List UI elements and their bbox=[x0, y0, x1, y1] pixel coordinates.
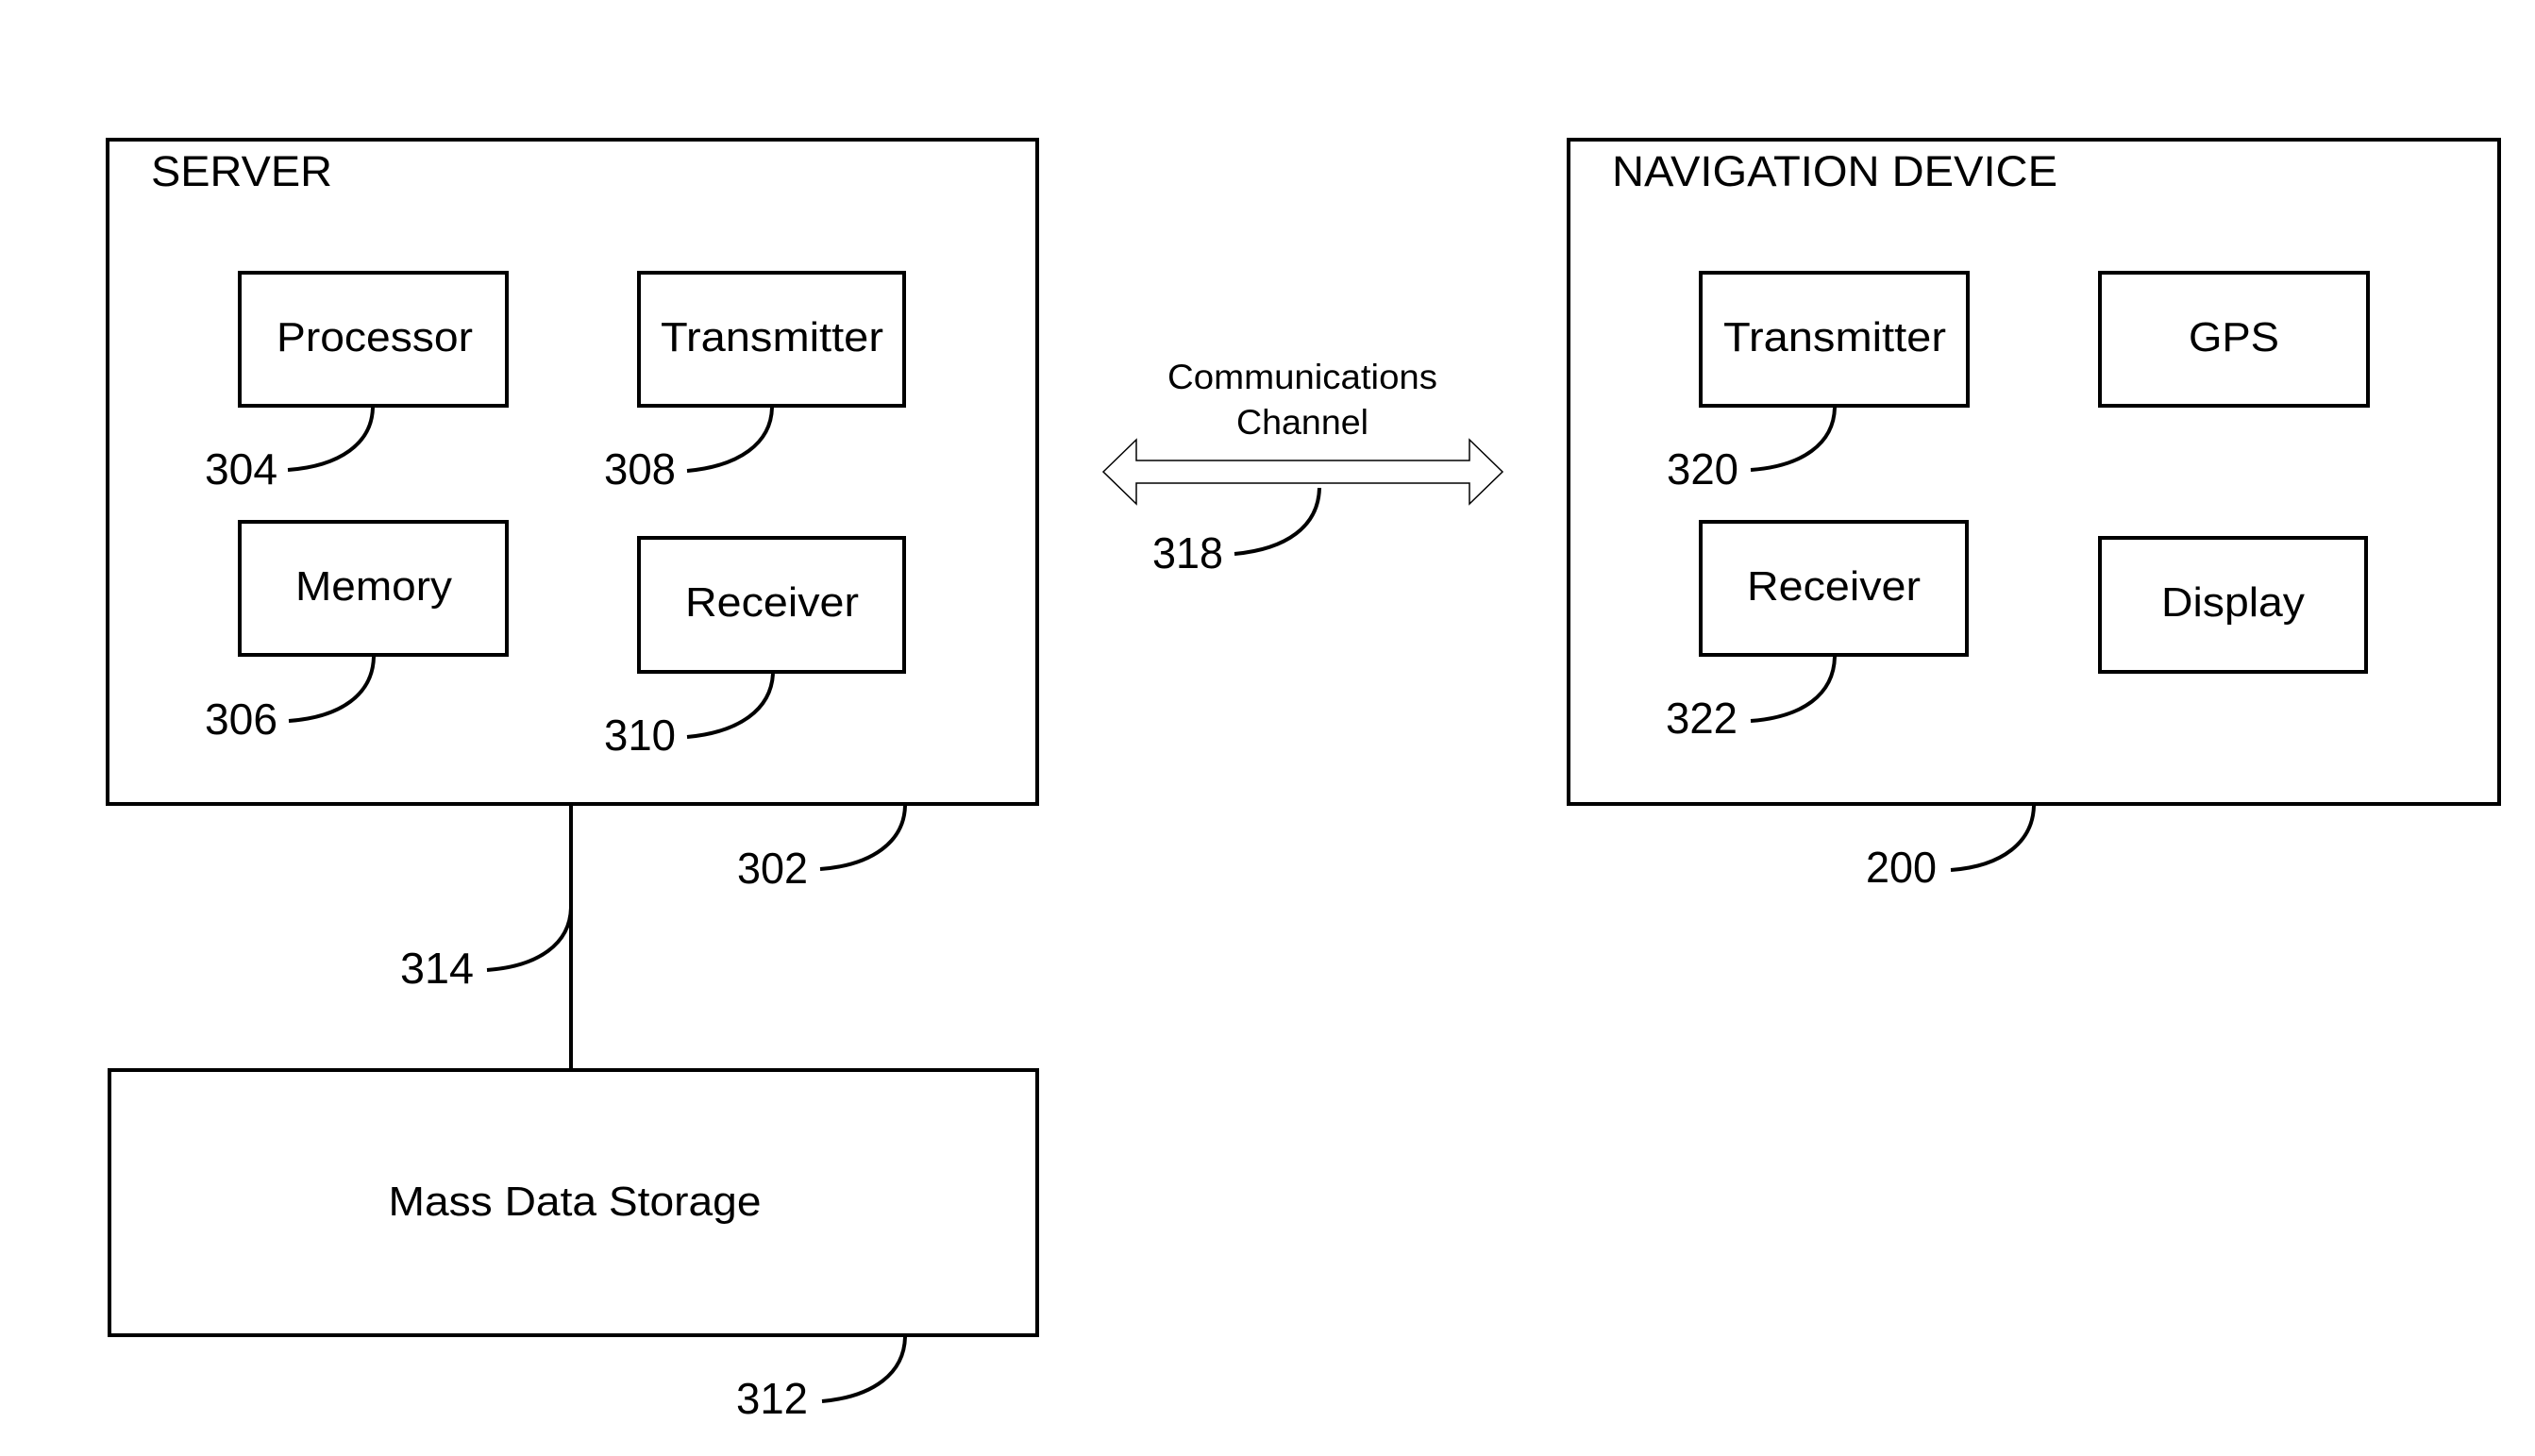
mass-storage-ref: 312 bbox=[736, 1374, 808, 1423]
server-transmitter-ref: 308 bbox=[604, 444, 676, 494]
nav-receiver-ref: 322 bbox=[1666, 694, 1738, 743]
server-title: SERVER bbox=[151, 147, 332, 195]
navigation-device-title: NAVIGATION DEVICE bbox=[1612, 147, 2057, 195]
server-storage-link-leader bbox=[486, 907, 573, 972]
nav-gps: GPS bbox=[2098, 271, 2370, 408]
nav-display: Display bbox=[2098, 536, 2368, 674]
nav-transmitter-ref: 320 bbox=[1667, 444, 1738, 494]
mass-storage-leader bbox=[821, 1336, 907, 1403]
server-processor-label: Processor bbox=[277, 314, 473, 360]
double-arrow-icon bbox=[1101, 438, 1504, 506]
server-receiver-ref: 310 bbox=[604, 711, 676, 760]
nav-transmitter-label: Transmitter bbox=[1723, 314, 1946, 360]
navigation-device-leader bbox=[1950, 805, 2036, 872]
channel-ref: 318 bbox=[1152, 528, 1223, 577]
channel-leader bbox=[1234, 487, 1321, 556]
server-memory-ref: 306 bbox=[205, 695, 277, 744]
system-diagram: SERVER Processor 304 Transmitter 308 Mem… bbox=[106, 138, 2501, 1423]
channel-label-line2: Channel bbox=[1236, 403, 1368, 442]
navigation-device-ref: 200 bbox=[1866, 843, 1937, 892]
mass-storage-block: Mass Data Storage 312 bbox=[108, 1068, 1039, 1423]
nav-gps-label: GPS bbox=[2189, 314, 2279, 360]
server-memory-label: Memory bbox=[295, 563, 452, 610]
server-storage-link: 314 bbox=[400, 804, 573, 1070]
server-transmitter-label: Transmitter bbox=[661, 314, 883, 360]
server-storage-link-ref: 314 bbox=[400, 944, 474, 993]
server-processor-ref: 304 bbox=[205, 444, 277, 494]
channel-label-line1: Communications bbox=[1167, 358, 1437, 396]
nav-display-label: Display bbox=[2161, 579, 2305, 626]
communications-channel: Communications Channel 318 bbox=[1101, 358, 1504, 577]
server-leader bbox=[819, 805, 907, 871]
server-receiver-label: Receiver bbox=[685, 579, 859, 626]
navigation-device-block: NAVIGATION DEVICE Transmitter 320 GPS Re… bbox=[1567, 138, 2501, 892]
server-block: SERVER Processor 304 Transmitter 308 Mem… bbox=[106, 138, 1039, 893]
server-ref: 302 bbox=[737, 844, 808, 893]
nav-receiver-label: Receiver bbox=[1747, 563, 1921, 610]
mass-storage-label: Mass Data Storage bbox=[389, 1179, 762, 1225]
